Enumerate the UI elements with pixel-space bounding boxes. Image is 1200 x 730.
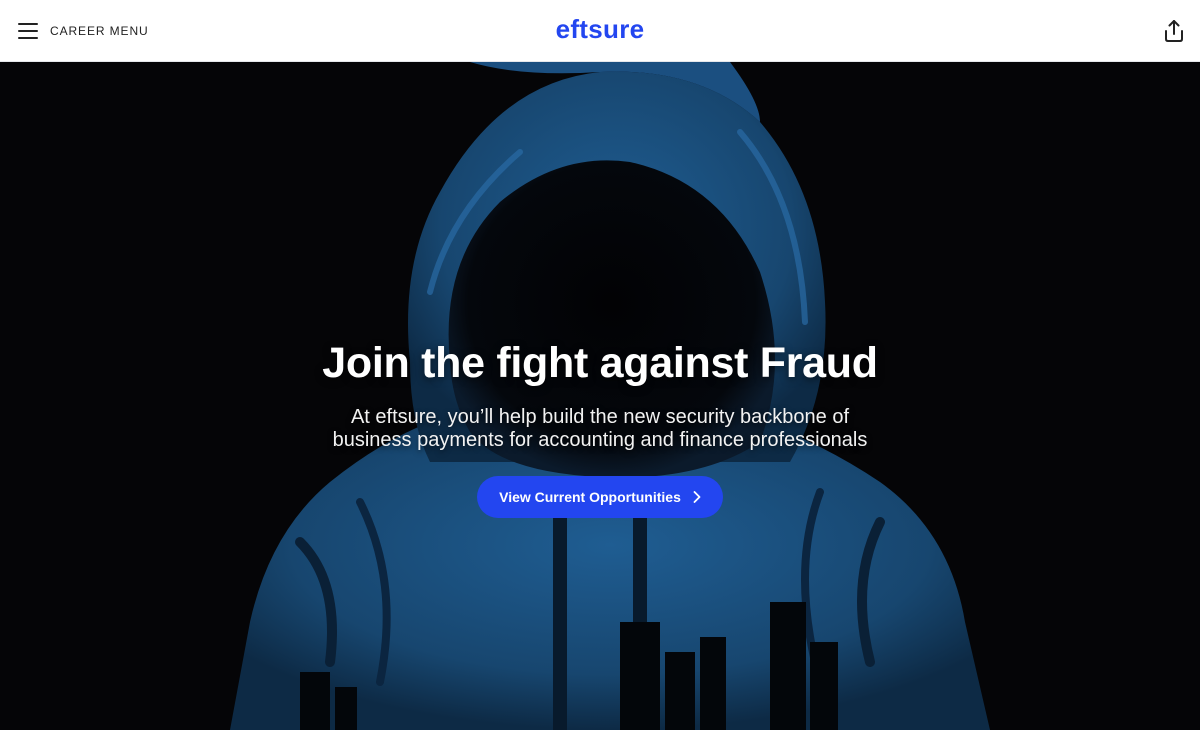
top-navigation-bar: CAREER MENU eftsure [0, 0, 1200, 62]
hero-subtitle-line-2: business payments for accounting and fin… [332, 429, 868, 451]
view-current-opportunities-button[interactable]: View Current Opportunities [477, 476, 723, 518]
hero-subtitle: At eftsure, you’ll help build the new se… [0, 406, 1200, 452]
chevron-right-icon [693, 491, 701, 503]
hero-subtitle-line-1: At eftsure, you’ll help build the new se… [350, 406, 850, 428]
eftsure-logo[interactable]: eftsure [0, 14, 1200, 45]
cta-label: View Current Opportunities [499, 489, 681, 505]
share-button[interactable] [1164, 20, 1184, 42]
share-upload-icon [1165, 20, 1183, 42]
hero-content: Join the fight against Fraud At eftsure,… [0, 336, 1200, 518]
hero-headline: Join the fight against Fraud [322, 339, 878, 387]
hero-section: Join the fight against Fraud At eftsure,… [0, 62, 1200, 730]
